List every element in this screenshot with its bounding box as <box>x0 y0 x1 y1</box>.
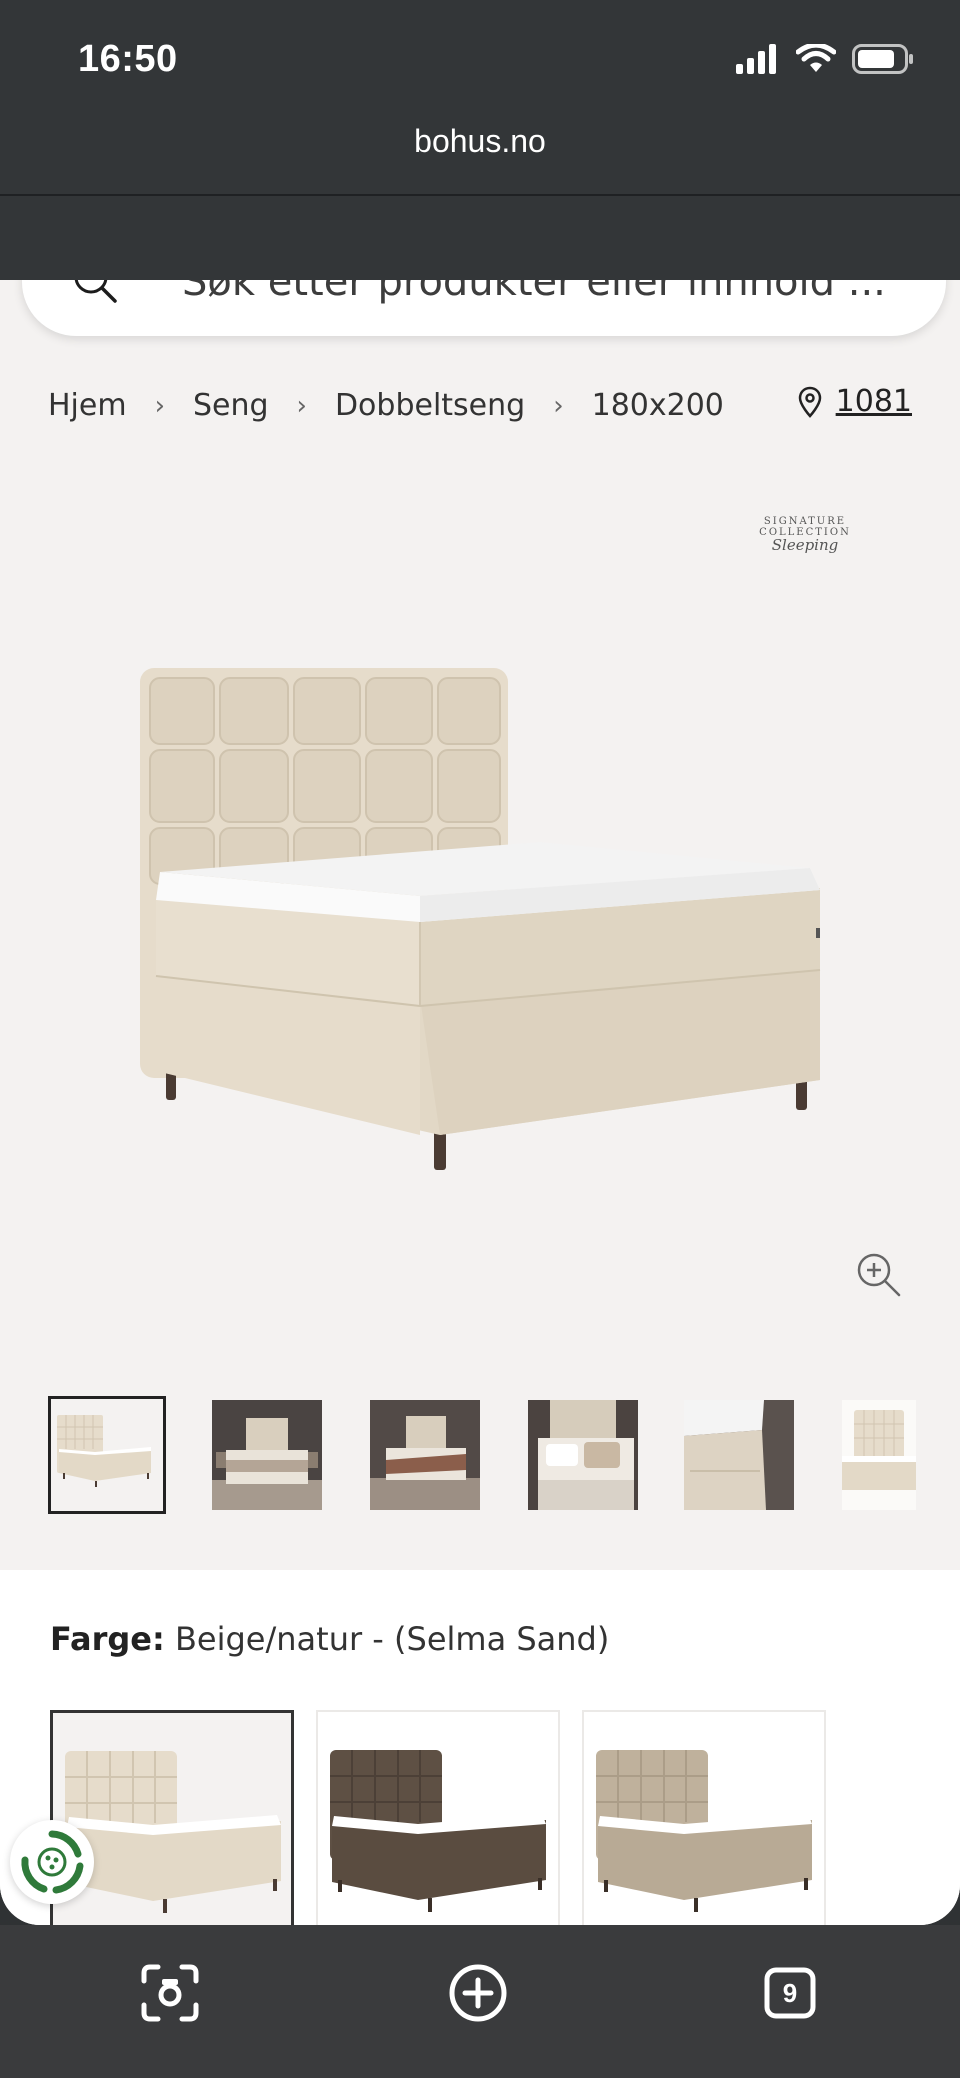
wifi-icon <box>796 44 836 72</box>
location-pin-icon <box>798 386 821 418</box>
breadcrumb-size[interactable]: 180x200 <box>592 388 724 423</box>
search-input[interactable] <box>182 280 882 306</box>
url-text[interactable]: bohus.no <box>414 123 546 160</box>
chevron-right-icon: › <box>553 390 564 421</box>
breadcrumb: Hjem › Seng › Dobbeltseng › 180x200 <box>48 388 724 423</box>
color-label-key: Farge: <box>50 1620 165 1658</box>
thumbnail-6[interactable] <box>842 1400 916 1510</box>
product-main-image[interactable] <box>120 660 840 1220</box>
thumbnail-3[interactable] <box>370 1400 480 1510</box>
zoom-in-icon[interactable] <box>856 1252 902 1298</box>
color-label-value: Beige/natur - (Selma Sand) <box>174 1620 610 1658</box>
breadcrumb-dobbeltseng[interactable]: Dobbeltseng <box>335 388 525 423</box>
breadcrumb-home[interactable]: Hjem <box>48 388 127 423</box>
brand-logo-line2: Sleeping <box>771 536 839 554</box>
browser-toolbar: 9 <box>0 1925 960 2078</box>
brand-logo: SIGNATURE COLLECTION Sleeping <box>720 516 890 554</box>
tab-count: 9 <box>782 1977 798 2008</box>
recycle-badge[interactable] <box>10 1820 94 1904</box>
site-header-strip <box>0 196 960 280</box>
thumbnail-strip <box>48 1396 960 1520</box>
color-selector-panel: Farge: Beige/natur - (Selma Sand) <box>0 1570 960 1925</box>
store-selector[interactable]: 1081 <box>798 384 912 419</box>
product-page: Hjem › Seng › Dobbeltseng › 180x200 1081… <box>0 280 960 1925</box>
camera-search-icon[interactable] <box>140 1963 200 2023</box>
thumbnail-2[interactable] <box>212 1400 322 1510</box>
brand-logo-line1: SIGNATURE COLLECTION <box>759 516 851 538</box>
plus-circle-icon[interactable] <box>448 1963 508 2023</box>
thumbnail-1[interactable] <box>48 1396 166 1514</box>
search-icon[interactable] <box>72 280 118 304</box>
search-bar[interactable] <box>22 280 946 336</box>
battery-icon <box>852 44 913 74</box>
signal-icon <box>736 44 776 74</box>
recycle-icon <box>21 1830 84 1894</box>
store-number[interactable]: 1081 <box>836 384 912 419</box>
color-swatch-sand[interactable] <box>582 1710 826 1925</box>
status-time: 16:50 <box>78 38 178 80</box>
breadcrumb-seng[interactable]: Seng <box>193 388 269 423</box>
thumbnail-5[interactable] <box>684 1400 794 1510</box>
color-label: Farge: Beige/natur - (Selma Sand) <box>50 1620 609 1658</box>
status-bar: 16:50 <box>0 0 960 120</box>
chevron-right-icon: › <box>296 390 307 421</box>
status-icons <box>736 44 914 74</box>
color-swatch-brown[interactable] <box>316 1710 560 1925</box>
chevron-right-icon: › <box>154 390 165 421</box>
tabs-button[interactable]: 9 <box>764 1967 816 2019</box>
thumbnail-4[interactable] <box>528 1400 638 1510</box>
address-bar[interactable]: bohus.no <box>0 120 960 194</box>
